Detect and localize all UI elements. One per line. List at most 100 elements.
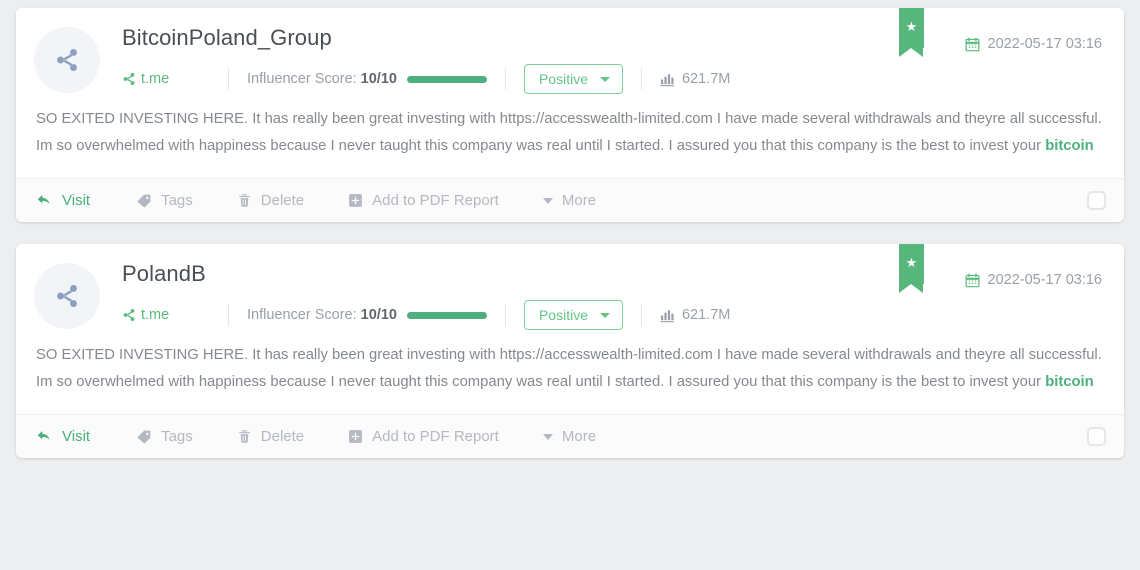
date-value: 2022-05-17 03:16 xyxy=(987,36,1103,52)
divider xyxy=(504,304,506,326)
share-icon xyxy=(54,47,80,73)
share-icon xyxy=(122,72,136,86)
date-value: 2022-05-17 03:16 xyxy=(987,272,1103,288)
divider xyxy=(228,304,229,326)
delete-button[interactable]: Delete xyxy=(237,428,304,445)
reply-arrow-icon xyxy=(36,192,53,209)
tags-button[interactable]: Tags xyxy=(136,428,193,445)
reach-stat: 621.7M xyxy=(660,71,730,87)
influencer-score-bar xyxy=(406,311,487,319)
add-square-icon xyxy=(348,193,363,208)
source-link[interactable]: t.me xyxy=(122,71,210,87)
chevron-down-icon xyxy=(599,76,610,82)
calendar-icon xyxy=(965,36,980,52)
meta-row: t.me Influencer Score: 10/10 Positive 62… xyxy=(122,300,965,330)
influencer-score-text: Influencer Score: xyxy=(247,307,357,323)
date-stamp: 2022-05-17 03:16 xyxy=(965,272,1103,288)
reach-value: 621.7M xyxy=(681,307,731,323)
mentions-feed: BitcoinPoland_Group t.me Influencer Scor… xyxy=(0,0,1140,570)
card-actions: Visit Tags Delete Add to PDF Report More xyxy=(16,414,1124,458)
share-icon xyxy=(54,283,80,309)
bar-chart-icon xyxy=(660,308,675,323)
visit-button[interactable]: Visit xyxy=(36,192,90,209)
card-header-main: PolandB t.me Influencer Score: 10/10 Pos… xyxy=(122,260,965,330)
mention-text: SO EXITED INVESTING HERE. It has really … xyxy=(16,100,1124,178)
select-checkbox[interactable] xyxy=(1087,191,1106,210)
trash-icon xyxy=(237,429,252,444)
source-link[interactable]: t.me xyxy=(122,307,210,323)
divider xyxy=(640,304,642,326)
influencer-score-value: 10/10 xyxy=(360,71,397,87)
chevron-down-icon xyxy=(542,197,553,204)
influencer-score-text: Influencer Score: xyxy=(247,71,357,87)
card-header-main: BitcoinPoland_Group t.me Influencer Scor… xyxy=(122,24,965,94)
reply-arrow-icon xyxy=(36,428,53,445)
divider xyxy=(640,68,642,90)
share-icon xyxy=(122,308,136,322)
visit-label: Visit xyxy=(62,192,91,209)
tag-icon xyxy=(136,193,152,209)
more-button[interactable]: More xyxy=(542,192,597,209)
mention-card: PolandB t.me Influencer Score: 10/10 Pos… xyxy=(16,244,1124,458)
add-to-pdf-label: Add to PDF Report xyxy=(372,428,499,445)
more-button[interactable]: More xyxy=(542,428,597,445)
star-icon: ★ xyxy=(905,255,918,270)
avatar xyxy=(34,27,100,93)
card-header-right: ★ 2022-05-17 03:16 xyxy=(899,244,1107,293)
sentiment-dropdown[interactable]: Positive xyxy=(523,64,623,94)
chevron-down-icon xyxy=(542,433,553,440)
influencer-score-bar xyxy=(406,75,487,83)
mention-card: BitcoinPoland_Group t.me Influencer Scor… xyxy=(16,8,1124,222)
bookmark-ribbon[interactable]: ★ xyxy=(899,244,924,293)
page-title: PolandB xyxy=(122,261,206,286)
bar-chart-icon xyxy=(660,72,675,87)
select-checkbox[interactable] xyxy=(1087,427,1106,446)
visit-button[interactable]: Visit xyxy=(36,428,90,445)
card-header-right: ★ 2022-05-17 03:16 xyxy=(899,8,1107,57)
mention-text: SO EXITED INVESTING HERE. It has really … xyxy=(16,336,1124,414)
card-actions: Visit Tags Delete Add to PDF Report More xyxy=(16,178,1124,222)
reach-value: 621.7M xyxy=(681,71,731,87)
card-header: PolandB t.me Influencer Score: 10/10 Pos… xyxy=(16,244,1124,336)
visit-label: Visit xyxy=(62,428,91,445)
sentiment-dropdown[interactable]: Positive xyxy=(523,300,623,330)
sentiment-value: Positive xyxy=(538,307,588,323)
trash-icon xyxy=(237,193,252,208)
avatar xyxy=(34,263,100,329)
tags-button[interactable]: Tags xyxy=(136,192,193,209)
add-to-pdf-report-button[interactable]: Add to PDF Report xyxy=(348,428,499,445)
bookmark-ribbon[interactable]: ★ xyxy=(899,8,924,57)
add-to-pdf-label: Add to PDF Report xyxy=(372,192,499,209)
card-header: BitcoinPoland_Group t.me Influencer Scor… xyxy=(16,8,1124,100)
influencer-score-label: Influencer Score: 10/10 xyxy=(247,71,397,87)
divider xyxy=(504,68,506,90)
influencer-score-label: Influencer Score: 10/10 xyxy=(247,307,397,323)
more-label: More xyxy=(561,192,597,209)
sentiment-value: Positive xyxy=(538,71,588,87)
more-label: More xyxy=(561,428,597,445)
calendar-icon xyxy=(965,272,980,288)
delete-label: Delete xyxy=(260,192,305,209)
page-title: BitcoinPoland_Group xyxy=(122,25,332,50)
divider xyxy=(228,68,229,90)
tags-label: Tags xyxy=(161,428,193,445)
mention-keyword: bitcoin xyxy=(1045,138,1094,154)
star-icon: ★ xyxy=(905,19,918,34)
tags-label: Tags xyxy=(161,192,193,209)
date-stamp: 2022-05-17 03:16 xyxy=(965,36,1103,52)
mention-text-body: SO EXITED INVESTING HERE. It has really … xyxy=(36,347,1102,390)
mention-keyword: bitcoin xyxy=(1045,374,1094,390)
tag-icon xyxy=(136,429,152,445)
mention-text-body: SO EXITED INVESTING HERE. It has really … xyxy=(36,111,1102,154)
delete-button[interactable]: Delete xyxy=(237,192,304,209)
delete-label: Delete xyxy=(260,428,305,445)
source-label: t.me xyxy=(141,307,170,323)
chevron-down-icon xyxy=(599,312,610,318)
influencer-score: Influencer Score: 10/10 xyxy=(247,307,487,323)
influencer-score: Influencer Score: 10/10 xyxy=(247,71,487,87)
source-label: t.me xyxy=(141,71,170,87)
meta-row: t.me Influencer Score: 10/10 Positive 62… xyxy=(122,64,965,94)
reach-stat: 621.7M xyxy=(660,307,730,323)
influencer-score-value: 10/10 xyxy=(360,307,397,323)
add-to-pdf-report-button[interactable]: Add to PDF Report xyxy=(348,192,499,209)
